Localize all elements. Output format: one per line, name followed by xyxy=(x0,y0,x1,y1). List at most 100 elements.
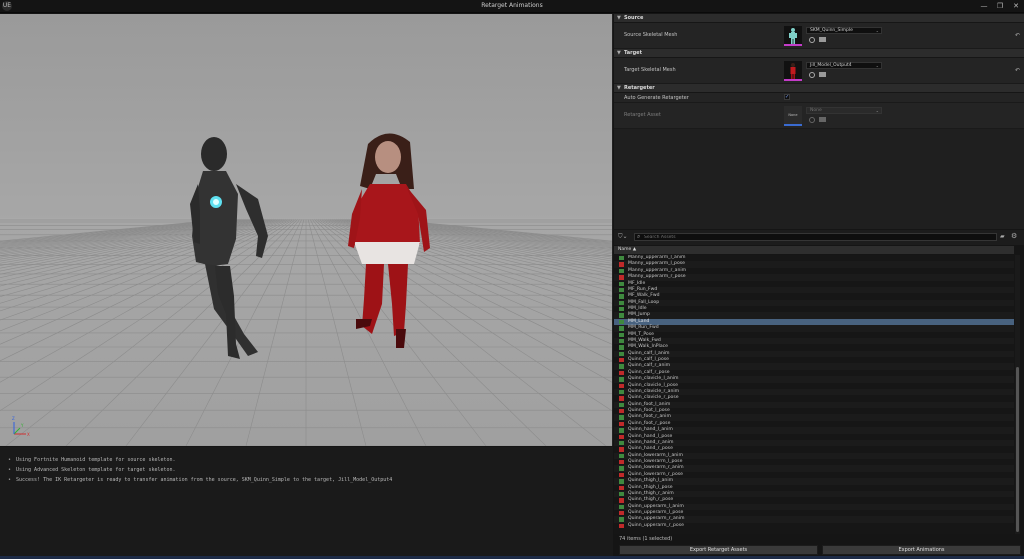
reset-icon[interactable]: ↶ xyxy=(1015,67,1020,74)
animation-asset-icon xyxy=(619,421,624,427)
animation-asset-icon xyxy=(619,377,624,382)
animation-asset-icon xyxy=(619,402,624,408)
folder-icon[interactable] xyxy=(819,72,826,77)
animation-asset-icon xyxy=(619,338,624,344)
filter-button[interactable]: ⛉⌄ xyxy=(618,233,632,241)
animation-asset-icon xyxy=(619,523,624,529)
maximize-button[interactable]: ❐ xyxy=(994,1,1006,11)
source-skeletal-mesh-row: Source Skeletal Mesh SKM_Quinn_Simple ⌄ … xyxy=(614,23,1024,49)
asset-name: Quinn_thigh_r_pose xyxy=(628,497,674,503)
animation-asset-icon xyxy=(619,453,624,459)
asset-name: Quinn_hand_l_pose xyxy=(628,433,673,439)
animation-asset-icon xyxy=(619,460,624,465)
animation-asset-icon xyxy=(619,479,624,484)
minimize-button[interactable]: — xyxy=(978,1,990,11)
animation-asset-icon xyxy=(619,268,624,274)
target-mesh-thumbnail[interactable] xyxy=(784,61,802,81)
asset-name: Quinn_clavicle_l_anim xyxy=(628,376,679,382)
animation-asset-icon xyxy=(619,326,624,331)
collapse-arrow-icon: ▼ xyxy=(617,50,621,56)
asset-name: Manny_upperarm_l_anim xyxy=(628,255,686,260)
asset-name: Quinn_upperarm_r_anim xyxy=(628,516,685,522)
asset-name: Quinn_lowerarm_r_pose xyxy=(628,471,684,477)
asset-list-scrollbar[interactable] xyxy=(1015,255,1020,534)
animation-asset-icon xyxy=(619,358,624,363)
asset-name: Quinn_lowerarm_r_anim xyxy=(628,465,684,471)
asset-name: Quinn_lowerarm_l_pose xyxy=(628,459,683,464)
asset-name: Quinn_calf_l_anim xyxy=(628,350,670,356)
asset-name: Quinn_calf_r_anim xyxy=(628,363,671,369)
asset-name: MF_Idle xyxy=(628,280,646,286)
animation-asset-icon xyxy=(619,472,624,478)
asset-name: Quinn_upperarm_l_pose xyxy=(628,510,684,515)
asset-name: Manny_upperarm_l_pose xyxy=(628,261,685,267)
asset-browser-toolbar: ⛉⌄ ⌕ ▰ ⚙ xyxy=(614,230,1024,245)
search-input[interactable] xyxy=(644,234,984,240)
browse-icon[interactable] xyxy=(809,72,815,78)
auto-generate-checkbox[interactable]: ✓ xyxy=(784,94,790,100)
animation-asset-icon xyxy=(619,345,624,350)
animation-asset-icon xyxy=(619,485,624,490)
asset-name: Quinn_foot_l_anim xyxy=(628,401,671,407)
asset-name: Manny_upperarm_r_anim xyxy=(628,267,687,273)
animation-asset-icon xyxy=(619,466,624,471)
asset-name: MM_Jump xyxy=(628,312,650,318)
animation-asset-icon xyxy=(619,351,624,357)
export-retarget-assets-button[interactable]: Export Retarget Assets xyxy=(619,545,818,555)
asset-list-item[interactable]: Quinn_upperarm_r_pose xyxy=(614,523,1014,529)
preview-viewport[interactable]: X Y Z xyxy=(0,14,613,446)
export-animations-button[interactable]: Export Animations xyxy=(822,545,1021,555)
animation-asset-icon xyxy=(619,275,624,280)
animation-asset-icon xyxy=(619,383,624,388)
retarget-animations-window: UE Retarget Animations — ❐ ✕ X Y Z • Usi… xyxy=(0,0,1024,559)
scrollbar-thumb[interactable] xyxy=(1016,367,1019,532)
log-line: • Using Advanced Skeleton template for ta… xyxy=(8,467,176,473)
asset-name: Quinn_calf_l_pose xyxy=(628,357,669,362)
asset-name: Quinn_clavicle_r_anim xyxy=(628,388,680,394)
asset-name: MM_Walk_InPlace xyxy=(628,344,668,350)
retarget-asset-row: Retarget Asset None None ⌄ xyxy=(614,103,1024,129)
folder-icon[interactable] xyxy=(819,37,826,42)
target-mesh-combo[interactable]: Jill_Model_Output4 ⌄ xyxy=(806,62,882,69)
chevron-down-icon: ⌄ xyxy=(875,28,879,33)
asset-name: Quinn_upperarm_r_pose xyxy=(628,522,684,528)
folder-icon[interactable]: ▰ xyxy=(1000,233,1008,240)
animation-asset-icon xyxy=(619,498,624,503)
asset-name: Quinn_thigh_r_anim xyxy=(628,490,674,496)
asset-name: Quinn_thigh_l_pose xyxy=(628,484,673,490)
asset-name: MM_Walk_Fwd xyxy=(628,337,661,343)
target-section-header[interactable]: ▼ Target xyxy=(614,49,1024,58)
floor-grid xyxy=(0,218,612,446)
item-count: 74 items (1 selected) xyxy=(619,536,673,542)
asset-list[interactable]: Manny_upperarm_l_anim Manny_upperarm_l_po… xyxy=(614,255,1014,534)
retarget-asset-thumbnail: None xyxy=(784,106,802,126)
collapse-arrow-icon: ▼ xyxy=(617,15,621,21)
animation-asset-icon xyxy=(619,364,624,369)
output-log: • Using Fortnite Humanoid template for so… xyxy=(0,447,613,559)
asset-name: Quinn_hand_l_anim xyxy=(628,427,673,433)
reset-icon[interactable]: ↶ xyxy=(1015,32,1020,39)
source-mesh-thumbnail[interactable] xyxy=(784,26,802,46)
source-section-header[interactable]: ▼ Source xyxy=(614,14,1024,23)
gear-icon[interactable]: ⚙ xyxy=(1011,232,1019,240)
asset-name: Quinn_clavicle_r_pose xyxy=(628,395,679,401)
animation-asset-icon xyxy=(619,396,624,401)
browse-icon[interactable] xyxy=(809,37,815,43)
asset-name: MF_Walk_Fwd xyxy=(628,293,660,299)
source-mesh-combo[interactable]: SKM_Quinn_Simple ⌄ xyxy=(806,27,882,34)
asset-name: Quinn_foot_r_anim xyxy=(628,414,671,420)
asset-name: MF_Run_Fwd xyxy=(628,286,658,292)
animation-asset-icon xyxy=(619,447,624,452)
animation-asset-icon xyxy=(619,511,624,516)
name-column-header[interactable]: Name ▲ xyxy=(614,246,1014,254)
asset-name: Quinn_upperarm_l_anim xyxy=(628,503,684,509)
close-button[interactable]: ✕ xyxy=(1010,1,1022,11)
axis-y-label: Y xyxy=(20,423,24,428)
source-mesh-preview-icon xyxy=(789,28,797,44)
asset-name: Quinn_calf_r_pose xyxy=(628,369,670,375)
log-line: • Using Fortnite Humanoid template for so… xyxy=(8,457,176,463)
animation-asset-icon xyxy=(619,319,624,325)
retargeter-section-header[interactable]: ▼ Retargeter xyxy=(614,84,1024,93)
search-box[interactable]: ⌕ xyxy=(634,233,997,241)
asset-name: Quinn_thigh_l_anim xyxy=(628,478,674,484)
